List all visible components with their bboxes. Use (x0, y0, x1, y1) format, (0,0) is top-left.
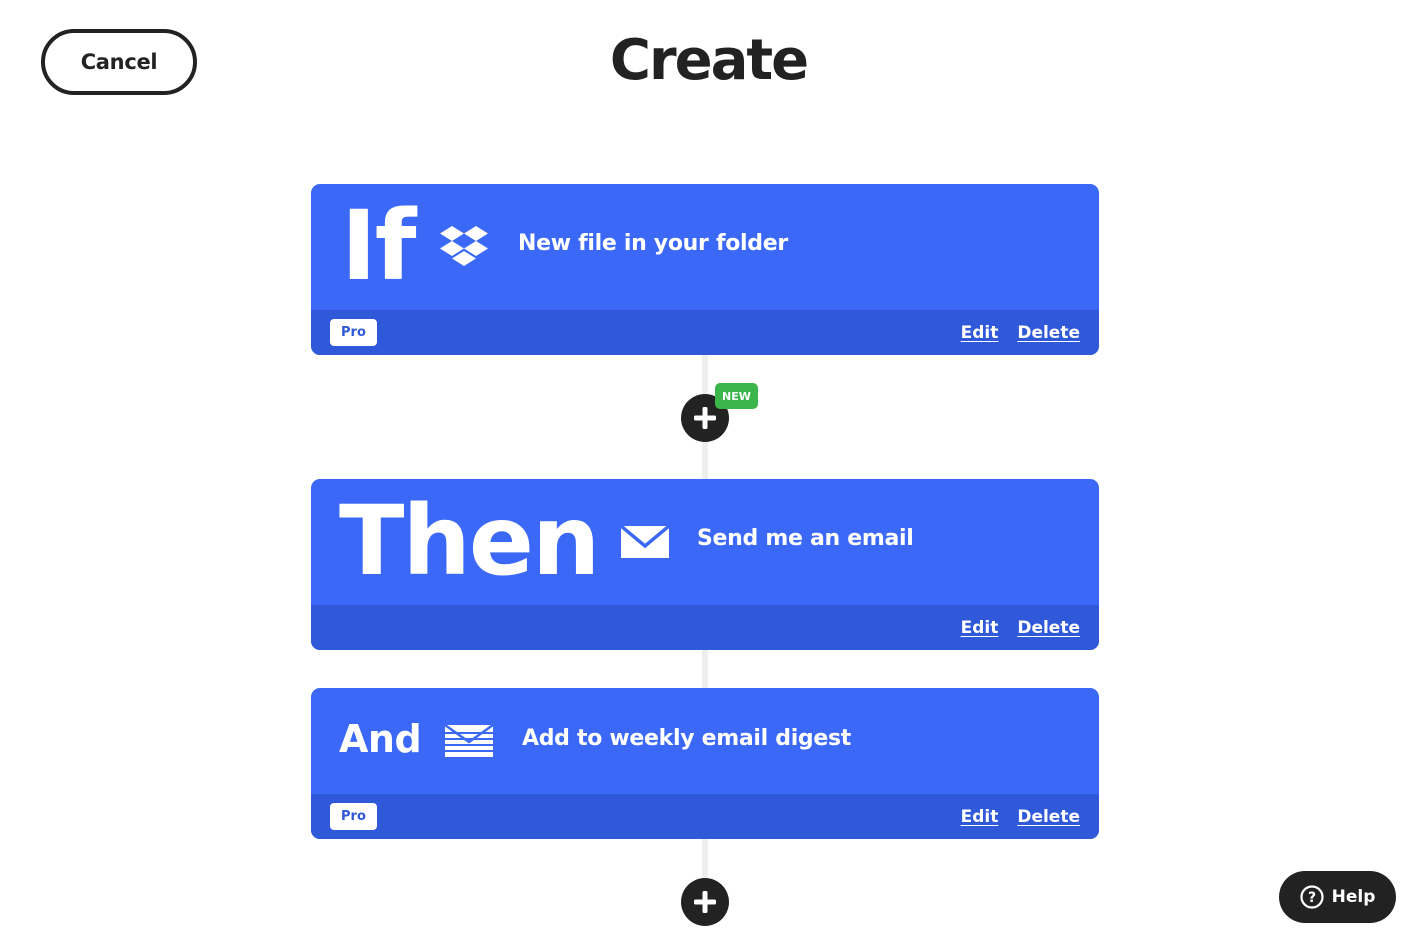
pro-badge: Pro (330, 319, 377, 346)
plus-icon (694, 407, 716, 429)
step-keyword-if: If (341, 190, 416, 302)
edit-and-action-link[interactable]: Edit (961, 807, 999, 827)
envelope-icon (621, 525, 669, 559)
connector-line (702, 649, 708, 689)
svg-text:?: ? (1308, 890, 1316, 906)
pro-badge: Pro (330, 803, 377, 830)
edit-trigger-link[interactable]: Edit (961, 323, 999, 343)
question-circle-icon: ? (1300, 885, 1324, 909)
action-card[interactable]: Then Send me an email Edit Delete (311, 479, 1099, 650)
page-title: Create (609, 28, 809, 93)
trigger-card[interactable]: If New file in your folder Pro Edit Dele… (311, 184, 1099, 355)
new-badge: NEW (715, 383, 758, 409)
step-keyword-and: And (339, 717, 422, 761)
and-action-card[interactable]: And Add to weekly email digest Pro Edit … (311, 688, 1099, 839)
plus-icon (694, 891, 716, 913)
connector-line (702, 838, 708, 882)
delete-action-link[interactable]: Delete (1017, 618, 1080, 638)
trigger-text: New file in your folder (518, 231, 788, 256)
delete-and-action-link[interactable]: Delete (1017, 807, 1080, 827)
email-digest-icon (444, 724, 494, 758)
step-keyword-then: Then (339, 485, 600, 597)
action-text: Send me an email (697, 526, 914, 551)
and-action-text: Add to weekly email digest (522, 726, 852, 751)
delete-trigger-link[interactable]: Delete (1017, 323, 1080, 343)
help-button[interactable]: ? Help (1279, 871, 1396, 923)
edit-action-link[interactable]: Edit (961, 618, 999, 638)
help-label: Help (1331, 887, 1376, 907)
dropbox-icon (439, 224, 489, 270)
add-step-button-bottom[interactable] (681, 878, 729, 926)
